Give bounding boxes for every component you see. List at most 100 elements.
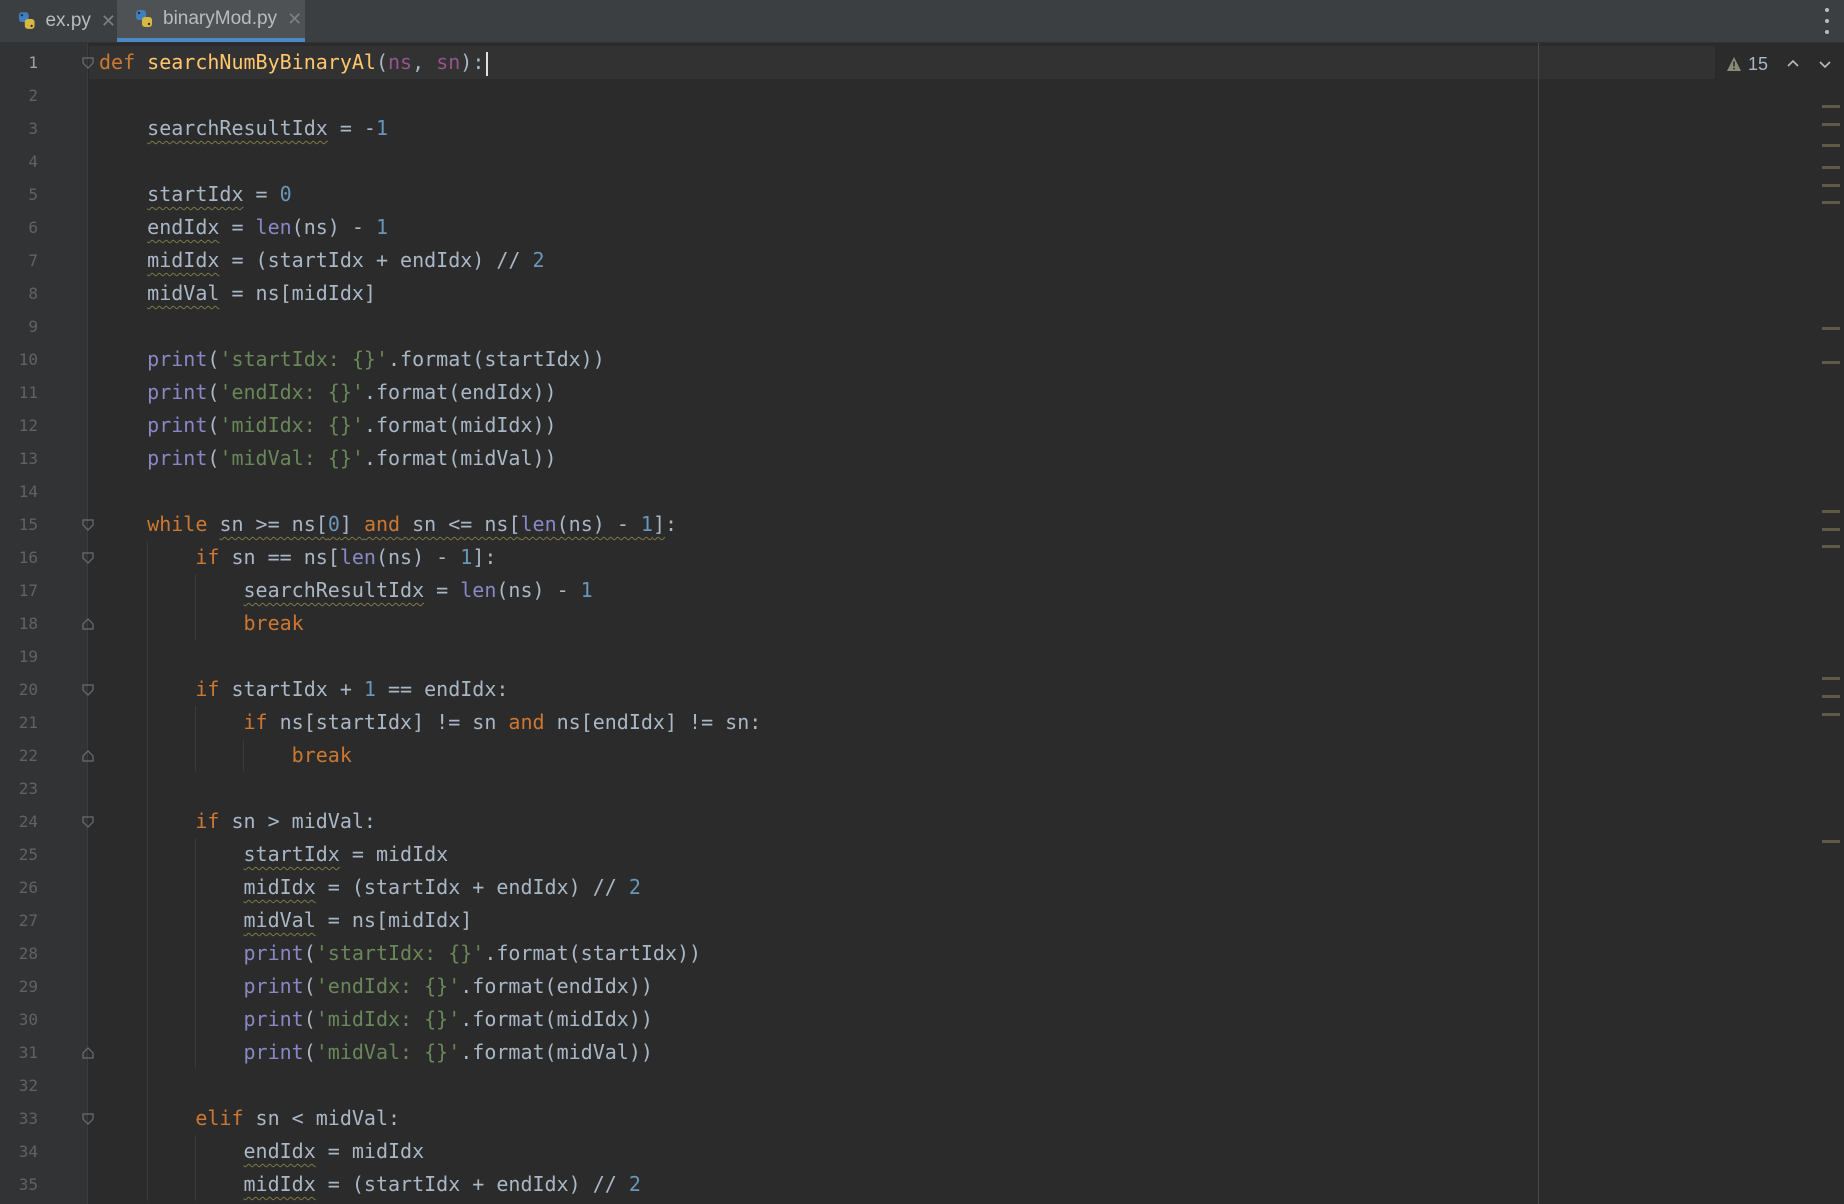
chevron-up-icon[interactable] bbox=[1786, 57, 1800, 71]
line-number[interactable]: 24 bbox=[0, 805, 38, 838]
line-number[interactable]: 11 bbox=[0, 376, 38, 409]
warning-stripe-mark[interactable] bbox=[1822, 123, 1840, 126]
line-number[interactable]: 33 bbox=[0, 1102, 38, 1135]
tab-binarymod-py[interactable]: binaryMod.py ✕ bbox=[117, 0, 305, 42]
line-number[interactable]: 16 bbox=[0, 541, 38, 574]
code-line[interactable]: if ns[startIdx] != sn and ns[endIdx] != … bbox=[99, 706, 762, 739]
code-line[interactable]: startIdx = 0 bbox=[99, 178, 292, 211]
fold-collapse-icon[interactable] bbox=[82, 552, 94, 564]
line-number[interactable]: 22 bbox=[0, 739, 38, 772]
line-number[interactable]: 15 bbox=[0, 508, 38, 541]
warning-stripe-mark[interactable] bbox=[1822, 201, 1840, 204]
line-number[interactable]: 17 bbox=[0, 574, 38, 607]
code-line[interactable]: searchResultIdx = -1 bbox=[99, 112, 388, 145]
warning-stripe-mark[interactable] bbox=[1822, 166, 1840, 169]
code-token: = bbox=[424, 578, 461, 602]
code-token: .format(startIdx)) bbox=[388, 347, 605, 371]
code-line[interactable]: midVal = ns[midIdx] bbox=[99, 904, 473, 937]
warning-stripe-mark[interactable] bbox=[1822, 545, 1840, 548]
inspection-widget[interactable]: 15 bbox=[1726, 50, 1834, 78]
fold-collapse-icon[interactable] bbox=[82, 1113, 94, 1125]
fold-end-icon[interactable] bbox=[82, 1047, 94, 1059]
line-number[interactable]: 18 bbox=[0, 607, 38, 640]
line-number[interactable]: 14 bbox=[0, 475, 38, 508]
line-number[interactable]: 25 bbox=[0, 838, 38, 871]
warning-stripe-mark[interactable] bbox=[1822, 184, 1840, 187]
code-line[interactable]: searchResultIdx = len(ns) - 1 bbox=[99, 574, 593, 607]
line-number[interactable]: 7 bbox=[0, 244, 38, 277]
line-number[interactable]: 35 bbox=[0, 1168, 38, 1201]
line-number[interactable]: 30 bbox=[0, 1003, 38, 1036]
warning-stripe-mark[interactable] bbox=[1822, 713, 1840, 716]
code-line[interactable]: print('endIdx: {}'.format(endIdx)) bbox=[99, 970, 653, 1003]
code-line[interactable]: if sn > midVal: bbox=[99, 805, 376, 838]
line-number[interactable]: 4 bbox=[0, 145, 38, 178]
code-line[interactable]: def searchNumByBinaryAl(ns, sn): bbox=[99, 46, 489, 79]
code-token: 'startIdx: {}' bbox=[315, 941, 485, 965]
line-number[interactable]: 5 bbox=[0, 178, 38, 211]
code-token: len bbox=[460, 578, 497, 602]
code-editor[interactable]: def searchNumByBinaryAl(ns, sn): searchR… bbox=[89, 43, 1844, 1204]
code-line[interactable]: break bbox=[99, 739, 352, 772]
warning-stripe-mark[interactable] bbox=[1822, 677, 1840, 680]
more-options-icon[interactable] bbox=[1822, 8, 1832, 34]
warning-stripe-mark[interactable] bbox=[1822, 695, 1840, 698]
code-line[interactable]: print('endIdx: {}'.format(endIdx)) bbox=[99, 376, 556, 409]
line-number[interactable]: 34 bbox=[0, 1135, 38, 1168]
line-number[interactable]: 32 bbox=[0, 1069, 38, 1102]
line-number[interactable]: 27 bbox=[0, 904, 38, 937]
code-line[interactable]: midIdx = (startIdx + endIdx) // 2 bbox=[99, 244, 544, 277]
fold-end-icon[interactable] bbox=[82, 618, 94, 630]
line-number[interactable]: 29 bbox=[0, 970, 38, 1003]
code-line[interactable]: print('midIdx: {}'.format(midIdx)) bbox=[99, 409, 556, 442]
code-token: startIdx bbox=[243, 842, 340, 866]
warning-stripe-mark[interactable] bbox=[1822, 105, 1840, 108]
line-number[interactable]: 12 bbox=[0, 409, 38, 442]
code-line[interactable]: midVal = ns[midIdx] bbox=[99, 277, 376, 310]
code-line[interactable]: print('midVal: {}'.format(midVal)) bbox=[99, 442, 556, 475]
line-number[interactable]: 13 bbox=[0, 442, 38, 475]
tab-ex-py[interactable]: ex.py ✕ bbox=[0, 0, 116, 42]
warning-stripe-mark[interactable] bbox=[1822, 144, 1840, 147]
code-line[interactable]: print('startIdx: {}'.format(startIdx)) bbox=[99, 343, 605, 376]
code-line[interactable]: elif sn < midVal: bbox=[99, 1102, 400, 1135]
code-line[interactable]: print('startIdx: {}'.format(startIdx)) bbox=[99, 937, 702, 970]
warning-stripe-mark[interactable] bbox=[1822, 327, 1840, 330]
warning-stripe-mark[interactable] bbox=[1822, 361, 1840, 364]
line-number[interactable]: 2 bbox=[0, 79, 38, 112]
code-line[interactable]: print('midVal: {}'.format(midVal)) bbox=[99, 1036, 653, 1069]
line-number[interactable]: 26 bbox=[0, 871, 38, 904]
line-number[interactable]: 10 bbox=[0, 343, 38, 376]
code-line[interactable]: startIdx = midIdx bbox=[99, 838, 449, 871]
line-number[interactable]: 23 bbox=[0, 772, 38, 805]
line-number[interactable]: 9 bbox=[0, 310, 38, 343]
warning-stripe-mark[interactable] bbox=[1822, 510, 1840, 513]
line-number[interactable]: 31 bbox=[0, 1036, 38, 1069]
line-number[interactable]: 1 bbox=[0, 46, 38, 79]
fold-collapse-icon[interactable] bbox=[82, 816, 94, 828]
line-number[interactable]: 19 bbox=[0, 640, 38, 673]
code-line[interactable]: while sn >= ns[0] and sn <= ns[len(ns) -… bbox=[99, 508, 677, 541]
line-number[interactable]: 8 bbox=[0, 277, 38, 310]
line-number[interactable]: 3 bbox=[0, 112, 38, 145]
code-line[interactable]: midIdx = (startIdx + endIdx) // 2 bbox=[99, 871, 641, 904]
code-line[interactable]: midIdx = (startIdx + endIdx) // 2 bbox=[99, 1168, 641, 1201]
line-number[interactable]: 28 bbox=[0, 937, 38, 970]
code-line[interactable]: if sn == ns[len(ns) - 1]: bbox=[99, 541, 496, 574]
close-icon[interactable]: ✕ bbox=[101, 11, 116, 32]
line-number[interactable]: 20 bbox=[0, 673, 38, 706]
code-line[interactable]: endIdx = len(ns) - 1 bbox=[99, 211, 388, 244]
line-number[interactable]: 21 bbox=[0, 706, 38, 739]
fold-collapse-icon[interactable] bbox=[82, 519, 94, 531]
fold-end-icon[interactable] bbox=[82, 750, 94, 762]
close-icon[interactable]: ✕ bbox=[287, 9, 302, 30]
code-line[interactable]: print('midIdx: {}'.format(midIdx)) bbox=[99, 1003, 653, 1036]
line-number[interactable]: 6 bbox=[0, 211, 38, 244]
fold-collapse-icon[interactable] bbox=[82, 684, 94, 696]
warning-stripe-mark[interactable] bbox=[1822, 840, 1840, 843]
fold-collapse-icon[interactable] bbox=[82, 57, 94, 69]
error-stripe[interactable] bbox=[1822, 43, 1844, 1204]
code-line[interactable]: break bbox=[99, 607, 304, 640]
code-line[interactable]: if startIdx + 1 == endIdx: bbox=[99, 673, 508, 706]
warning-stripe-mark[interactable] bbox=[1822, 528, 1840, 531]
